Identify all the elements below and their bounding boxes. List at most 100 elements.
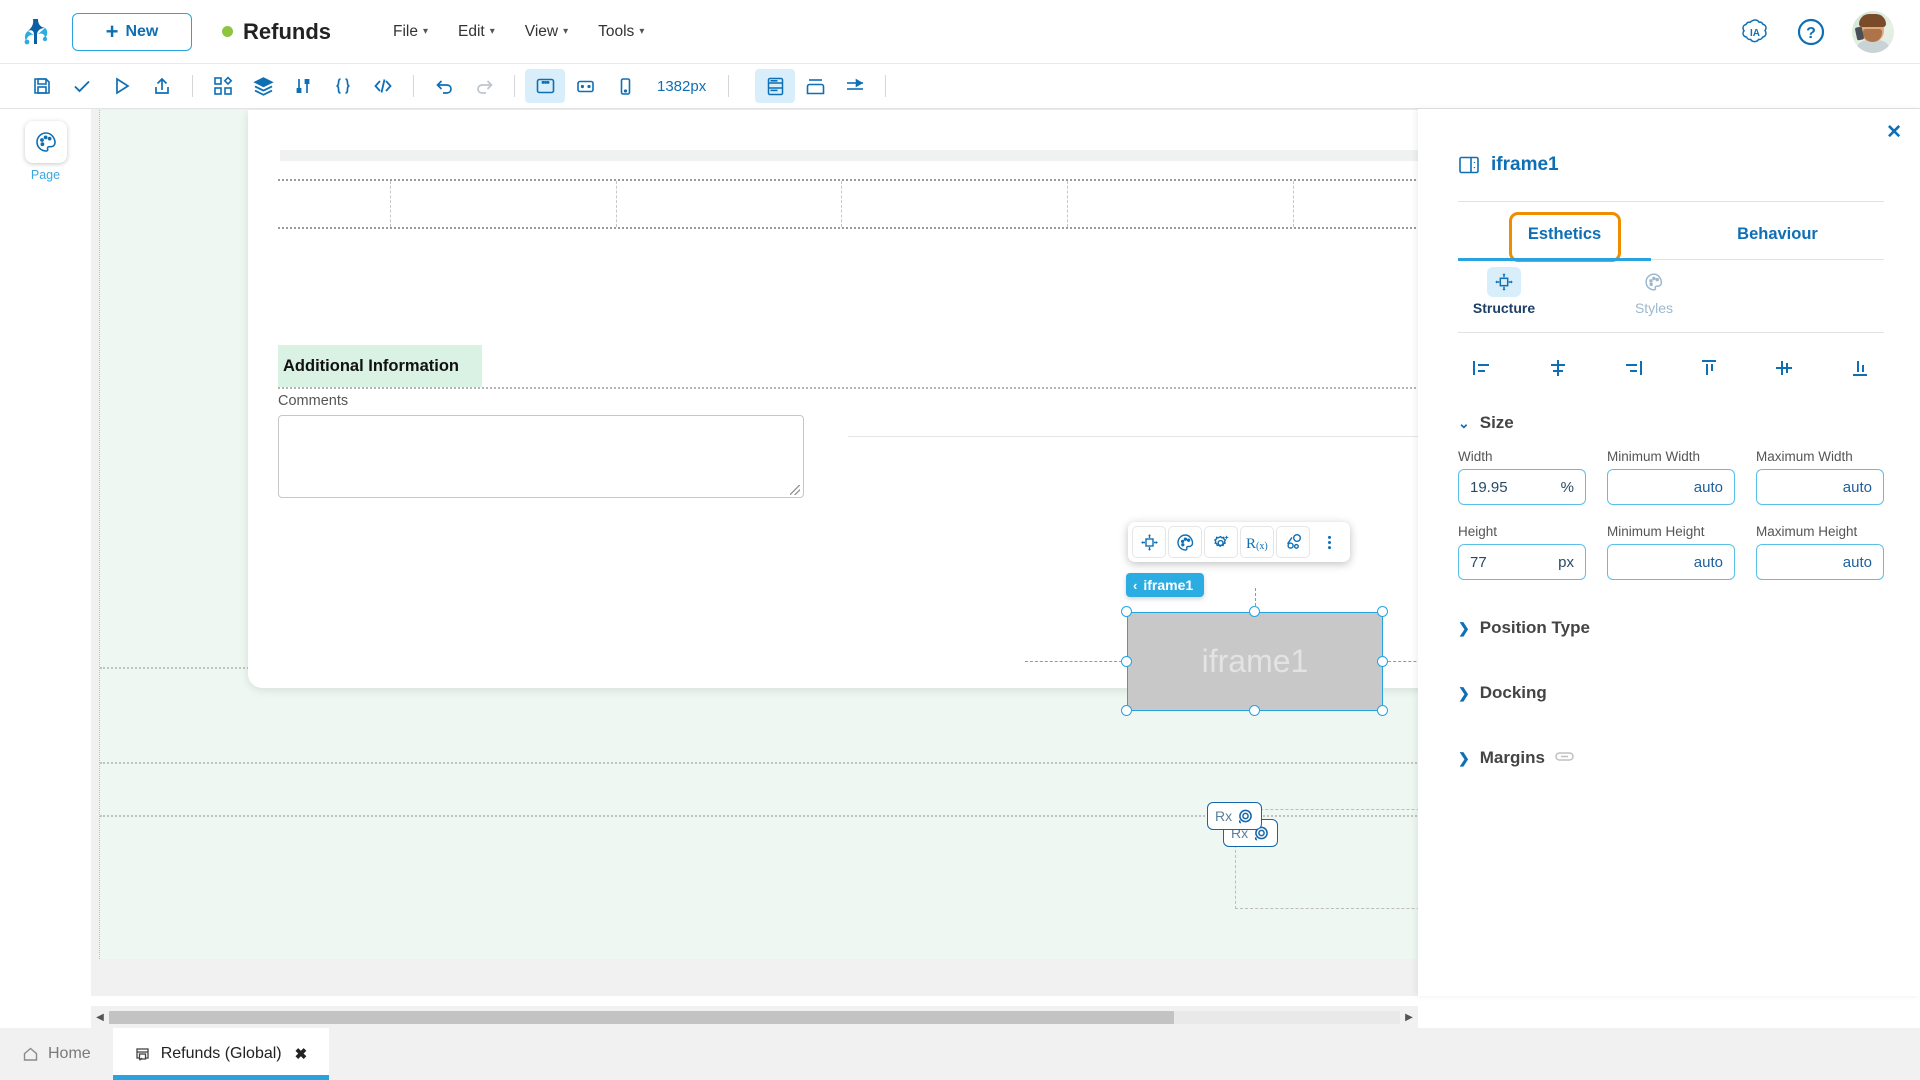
resize-handle-nw[interactable] [1121, 606, 1132, 617]
width-unit: % [1561, 479, 1574, 496]
min-width-input[interactable]: auto [1607, 469, 1735, 505]
toolbar-separator [514, 75, 515, 97]
settings-gear-icon[interactable] [1204, 526, 1238, 558]
form-layout-icon[interactable] [755, 69, 795, 103]
min-height-input[interactable]: auto [1607, 544, 1735, 580]
layout-grid-row[interactable] [278, 179, 1418, 229]
menu-tools[interactable]: Tools ▾ [598, 23, 644, 41]
align-left-icon[interactable] [1458, 349, 1506, 387]
resize-handle-se[interactable] [1377, 705, 1388, 716]
preview-play-icon[interactable] [102, 69, 142, 103]
resize-handle-s[interactable] [1249, 705, 1260, 716]
tab-behaviour[interactable]: Behaviour [1671, 210, 1884, 258]
align-right-icon[interactable] [1609, 349, 1657, 387]
canvas-width-value[interactable]: 1382px [645, 78, 718, 95]
more-options-icon[interactable] [1312, 526, 1346, 558]
svg-text:(x): (x) [1256, 541, 1268, 552]
tablet-view-icon[interactable] [565, 69, 605, 103]
layers-icon[interactable] [243, 69, 283, 103]
section-docking-header[interactable]: ❯ Docking [1458, 683, 1547, 703]
desktop-view-icon[interactable] [525, 69, 565, 103]
menu-view[interactable]: View ▾ [525, 23, 568, 41]
width-input[interactable]: 19.95 % [1458, 469, 1586, 505]
menu-file[interactable]: File ▾ [393, 23, 428, 41]
canvas-horizontal-scrollbar[interactable]: ◀ ▶ [91, 1006, 1418, 1028]
section-size-header[interactable]: ⌄ Size [1458, 413, 1514, 433]
resize-grip-icon[interactable] [790, 485, 800, 495]
scroll-left-icon[interactable]: ◀ [91, 1012, 109, 1023]
section-header-label: Additional Information [279, 357, 459, 376]
save-icon[interactable] [22, 69, 62, 103]
close-icon[interactable]: ✕ [1886, 123, 1902, 142]
resize-handle-sw[interactable] [1121, 705, 1132, 716]
chevron-down-icon: ▾ [563, 26, 568, 37]
panel-layout-icon[interactable] [795, 69, 835, 103]
align-top-icon[interactable] [1685, 349, 1733, 387]
nintex-logo[interactable] [0, 15, 72, 49]
selected-element-iframe1[interactable]: iframe1 [1127, 612, 1383, 711]
palette-styles-icon[interactable] [1168, 526, 1202, 558]
max-height-input[interactable]: auto [1756, 544, 1884, 580]
resize-handle-ne[interactable] [1377, 606, 1388, 617]
publish-share-icon[interactable] [142, 69, 182, 103]
section-margins-header[interactable]: ❯ Margins [1458, 748, 1574, 768]
align-bottom-icon[interactable] [1836, 349, 1884, 387]
scroll-right-icon[interactable]: ▶ [1400, 1012, 1418, 1023]
field-width-label: Width [1458, 449, 1586, 464]
scrollbar-thumb[interactable] [109, 1011, 1174, 1024]
rx-badge-primary[interactable]: Rx [1207, 802, 1262, 830]
resize-handle-w[interactable] [1121, 656, 1132, 667]
section-header-chip[interactable]: Additional Information [278, 345, 482, 387]
plus-icon: + [106, 21, 119, 43]
grid-cell[interactable] [278, 181, 391, 227]
subtab-styles[interactable]: Styles [1608, 267, 1700, 316]
grid-cell[interactable] [1294, 181, 1418, 227]
resize-handle-e[interactable] [1377, 656, 1388, 667]
height-input[interactable]: 77 px [1458, 544, 1586, 580]
bottom-tab-refunds[interactable]: Refunds (Global) ✖ [113, 1028, 330, 1080]
close-tab-icon[interactable]: ✖ [295, 1045, 308, 1063]
mobile-view-icon[interactable] [605, 69, 645, 103]
section-position-type-header[interactable]: ❯ Position Type [1458, 618, 1590, 638]
design-canvas[interactable]: Additional Information Comments Create R… [91, 109, 1418, 996]
help-icon[interactable]: ? [1796, 17, 1826, 47]
rules-icon[interactable] [283, 69, 323, 103]
new-button[interactable]: + New [72, 13, 192, 51]
menu-edit[interactable]: Edit ▾ [458, 23, 495, 41]
element-tag-iframe1[interactable]: ‹ iframe1 [1126, 573, 1204, 597]
grid-cell[interactable] [842, 181, 1068, 227]
field-divider [848, 436, 1418, 437]
tab-esthetics[interactable]: Esthetics [1458, 210, 1671, 258]
grid-cell[interactable] [391, 181, 617, 227]
comments-input[interactable] [278, 415, 804, 498]
move-structure-icon[interactable] [1132, 526, 1166, 558]
redo-icon[interactable] [464, 69, 504, 103]
avatar[interactable] [1852, 11, 1894, 53]
align-middle-vertical-icon[interactable] [1760, 349, 1808, 387]
undo-icon[interactable] [424, 69, 464, 103]
align-distribute-icon[interactable] [835, 69, 875, 103]
components-icon[interactable] [203, 69, 243, 103]
subtab-structure[interactable]: Structure [1458, 267, 1550, 316]
ia-assistant-icon[interactable]: IA [1740, 17, 1770, 47]
min-width-value: auto [1619, 479, 1723, 496]
grid-cell[interactable] [617, 181, 843, 227]
validate-check-icon[interactable] [62, 69, 102, 103]
link-margins-icon[interactable] [1555, 750, 1574, 766]
bottom-tab-home[interactable]: Home [0, 1028, 113, 1080]
max-height-value: auto [1768, 554, 1872, 571]
code-icon[interactable] [363, 69, 403, 103]
connections-icon[interactable] [1276, 526, 1310, 558]
section-underline [278, 387, 1418, 389]
subtab-styles-label: Styles [1635, 300, 1673, 316]
grid-cell[interactable] [1068, 181, 1294, 227]
toolbar-separator [413, 75, 414, 97]
max-width-input[interactable]: auto [1756, 469, 1884, 505]
scrollbar-track[interactable] [109, 1011, 1400, 1024]
align-center-horizontal-icon[interactable] [1534, 349, 1582, 387]
sidebar-item-page[interactable]: Page [13, 121, 79, 182]
element-context-toolbar[interactable]: R (x) [1128, 522, 1350, 562]
resize-handle-n[interactable] [1249, 606, 1260, 617]
rules-rx-icon[interactable]: R (x) [1240, 526, 1274, 558]
variables-braces-icon[interactable] [323, 69, 363, 103]
